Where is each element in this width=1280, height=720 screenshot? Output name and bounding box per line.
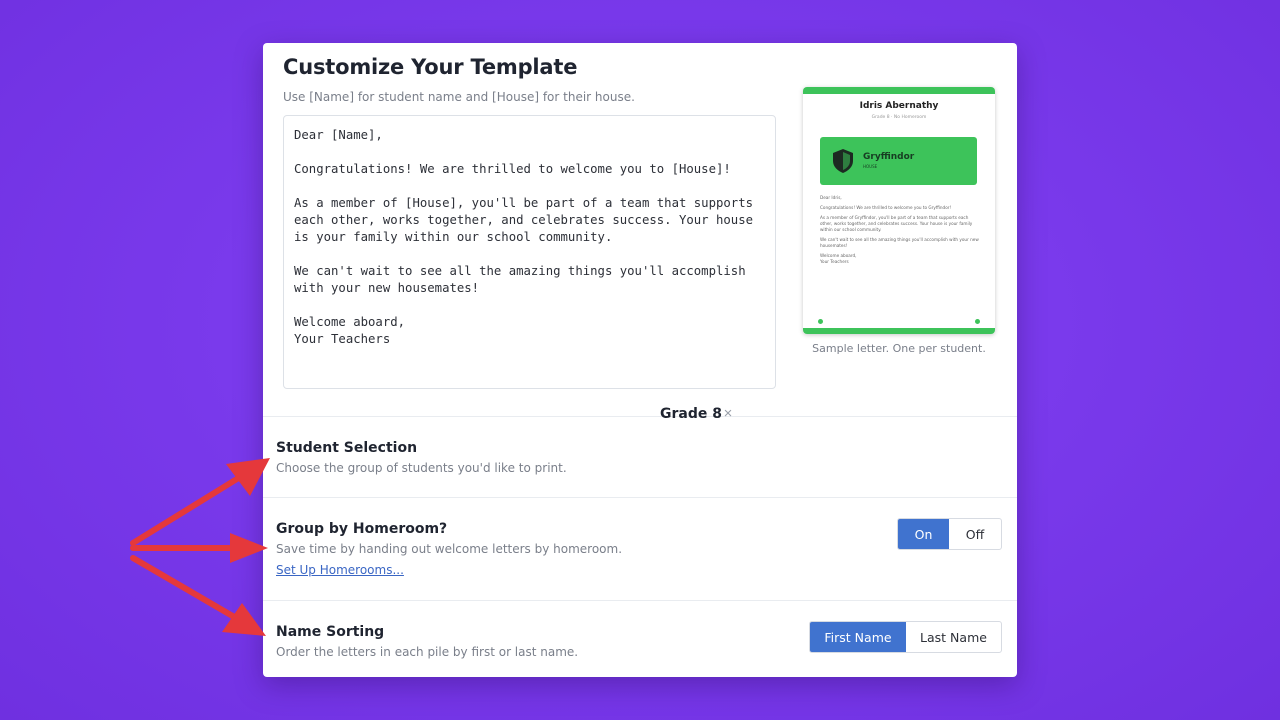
preview-top-bar [803,87,995,94]
arrow-head-name-sorting [222,603,266,636]
preview-house-name: Gryffindor [863,152,915,162]
homeroom-on-button[interactable]: On [898,519,950,549]
preview-dot-left [818,319,823,324]
group-by-homeroom-description: Save time by handing out welcome letters… [276,542,623,556]
student-selection-description: Choose the group of students you'd like … [276,461,567,475]
name-sorting-toggle: First Name Last Name [809,621,1002,653]
student-selection-value[interactable]: Grade 8 [660,406,722,422]
group-by-homeroom-toggle: On Off [897,518,1002,550]
preview-student-meta: Grade 8 · No Homeroom [871,115,927,120]
arrow-to-student-selection [130,471,248,546]
last-name-button[interactable]: Last Name [906,622,1001,652]
preview-caption: Sample letter. One per student. [812,342,986,355]
template-hint: Use [Name] for student name and [House] … [283,90,635,104]
modal-title: Customize Your Template [283,55,578,79]
setup-homerooms-link[interactable]: Set Up Homerooms... [276,563,404,577]
preview-paragraph: Welcome aboard, Your Teachers [820,253,857,264]
name-sorting-title: Name Sorting [276,624,385,640]
homeroom-off-button[interactable]: Off [949,519,1001,549]
preview-student-name: Idris Abernathy [859,101,939,111]
name-sorting-description: Order the letters in each pile by first … [276,645,579,659]
preview-house-label: HOUSE [863,164,878,169]
preview-paragraph: As a member of Gryffindor, you'll be par… [820,215,973,232]
group-by-homeroom-title: Group by Homeroom? [276,521,448,537]
preview-dot-right [975,319,980,324]
letter-preview: Idris Abernathy Grade 8 · No Homeroom Gr… [803,87,995,334]
section-divider [263,416,1017,417]
template-text-editor[interactable]: Dear [Name], Congratulations! We are thr… [283,115,776,389]
preview-bottom-bar [803,328,995,334]
student-selection-title: Student Selection [276,440,418,456]
preview-paragraph: Congratulations! We are thrilled to welc… [820,205,952,210]
section-divider [263,600,1017,601]
customize-template-modal: Customize Your Template Use [Name] for s… [263,43,1017,677]
section-divider [263,497,1017,498]
preview-paragraph: We can't wait to see all the amazing thi… [820,237,979,248]
preview-letter-body: Dear Idris, Congratulations! We are thri… [820,195,980,269]
preview-paragraph: Dear Idris, [820,195,842,200]
arrow-to-name-sorting [130,555,239,621]
clear-selection-icon[interactable]: × [719,405,737,423]
preview-house-banner: Gryffindor HOUSE [820,137,977,185]
first-name-button[interactable]: First Name [810,622,906,652]
house-shield-icon [833,149,853,173]
